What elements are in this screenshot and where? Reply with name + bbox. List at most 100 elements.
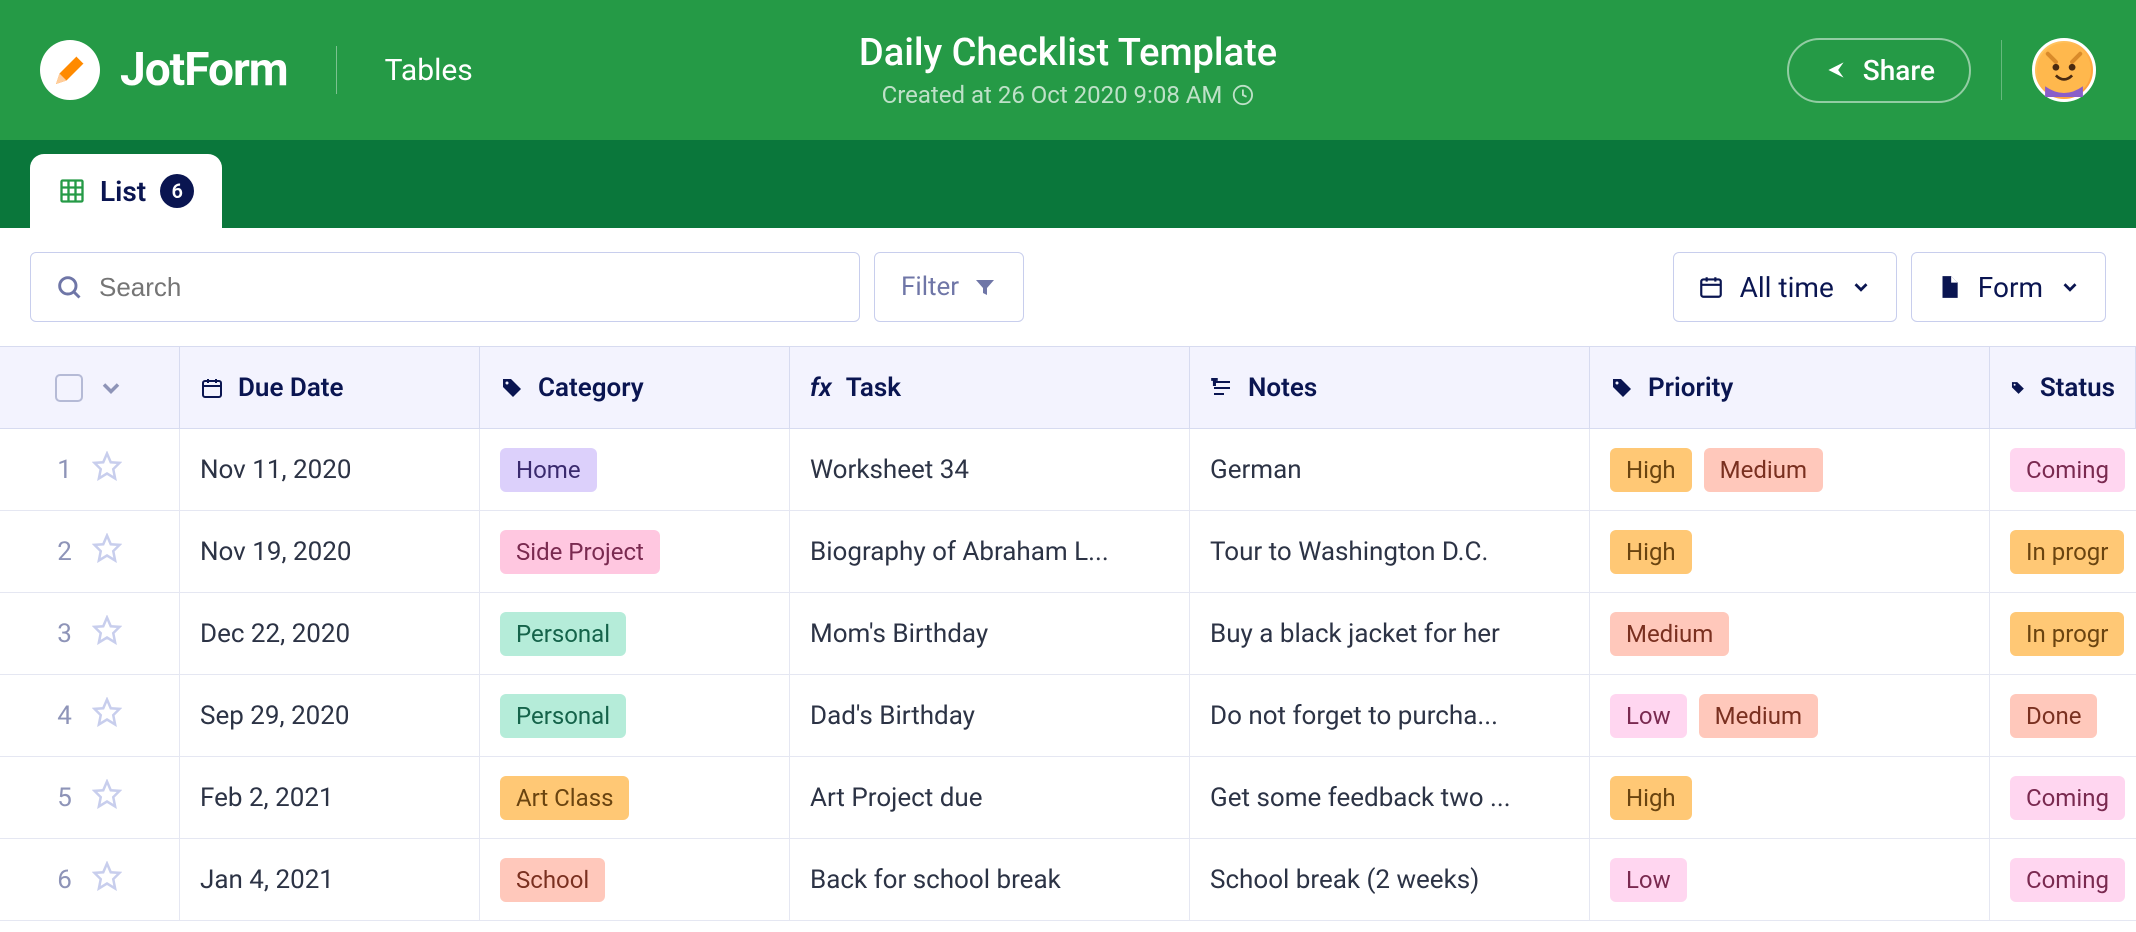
star-icon[interactable] bbox=[92, 533, 122, 570]
star-icon[interactable] bbox=[92, 615, 122, 652]
notes-cell[interactable]: German bbox=[1190, 429, 1590, 510]
due-date-cell[interactable]: Feb 2, 2021 bbox=[180, 757, 480, 838]
notes-cell[interactable]: Do not forget to purcha... bbox=[1190, 675, 1590, 756]
header-due-date[interactable]: Due Date bbox=[180, 347, 480, 428]
grid-icon bbox=[58, 177, 86, 205]
status-chip[interactable]: Done bbox=[2010, 694, 2097, 738]
priority-chip[interactable]: Low bbox=[1610, 858, 1687, 902]
priority-chip[interactable]: Medium bbox=[1699, 694, 1818, 738]
header-notes[interactable]: T Notes bbox=[1190, 347, 1590, 428]
row-index-cell: 1 bbox=[0, 429, 180, 510]
header-task[interactable]: fx Task bbox=[790, 347, 1190, 428]
chevron-down-icon bbox=[2059, 276, 2081, 298]
status-chip[interactable]: Coming bbox=[2010, 858, 2125, 902]
category-cell[interactable]: School bbox=[480, 839, 790, 920]
status-cell[interactable]: Coming bbox=[1990, 839, 2136, 920]
category-cell[interactable]: Art Class bbox=[480, 757, 790, 838]
category-cell[interactable]: Personal bbox=[480, 675, 790, 756]
priority-chip[interactable]: Low bbox=[1610, 694, 1687, 738]
notes-cell[interactable]: School break (2 weeks) bbox=[1190, 839, 1590, 920]
category-chip[interactable]: Home bbox=[500, 448, 597, 492]
category-chip[interactable]: Personal bbox=[500, 694, 626, 738]
share-button[interactable]: Share bbox=[1787, 38, 1971, 103]
notes-cell[interactable]: Get some feedback two ... bbox=[1190, 757, 1590, 838]
search-input[interactable] bbox=[99, 272, 835, 303]
category-chip[interactable]: Personal bbox=[500, 612, 626, 656]
priority-chip[interactable]: High bbox=[1610, 776, 1692, 820]
task-cell[interactable]: Mom's Birthday bbox=[790, 593, 1190, 674]
table-row[interactable]: 3Dec 22, 2020PersonalMom's BirthdayBuy a… bbox=[0, 593, 2136, 675]
history-icon[interactable] bbox=[1232, 84, 1254, 106]
star-icon[interactable] bbox=[92, 451, 122, 488]
form-button[interactable]: Form bbox=[1911, 252, 2106, 322]
status-cell[interactable]: Coming bbox=[1990, 757, 2136, 838]
task-cell[interactable]: Dad's Birthday bbox=[790, 675, 1190, 756]
status-cell[interactable]: Coming bbox=[1990, 429, 2136, 510]
priority-chip[interactable]: High bbox=[1610, 448, 1692, 492]
category-chip[interactable]: School bbox=[500, 858, 605, 902]
app-header: JotForm Tables Daily Checklist Template … bbox=[0, 0, 2136, 140]
page-title: Daily Checklist Template bbox=[859, 31, 1277, 75]
due-date-cell[interactable]: Nov 19, 2020 bbox=[180, 511, 480, 592]
avatar[interactable] bbox=[2032, 38, 2096, 102]
star-icon[interactable] bbox=[92, 697, 122, 734]
status-cell[interactable]: In progr bbox=[1990, 593, 2136, 674]
table-row[interactable]: 5Feb 2, 2021Art ClassArt Project dueGet … bbox=[0, 757, 2136, 839]
task-cell[interactable]: Biography of Abraham L... bbox=[790, 511, 1190, 592]
brand-sublabel[interactable]: Tables bbox=[385, 53, 473, 88]
priority-chip[interactable]: Medium bbox=[1610, 612, 1729, 656]
logo-icon[interactable] bbox=[40, 40, 100, 100]
priority-cell[interactable]: High bbox=[1590, 757, 1990, 838]
filter-button[interactable]: Filter bbox=[874, 252, 1024, 322]
priority-cell[interactable]: High bbox=[1590, 511, 1990, 592]
priority-cell[interactable]: High Medium bbox=[1590, 429, 1990, 510]
priority-cell[interactable]: Low Medium bbox=[1590, 675, 1990, 756]
table-row[interactable]: 2Nov 19, 2020Side ProjectBiography of Ab… bbox=[0, 511, 2136, 593]
select-all-checkbox[interactable] bbox=[55, 374, 83, 402]
notes-cell[interactable]: Tour to Washington D.C. bbox=[1190, 511, 1590, 592]
status-chip[interactable]: In progr bbox=[2010, 612, 2124, 656]
tag-icon bbox=[500, 376, 524, 400]
brand-name: JotForm bbox=[120, 43, 288, 97]
priority-cell[interactable]: Medium bbox=[1590, 593, 1990, 674]
header-status[interactable]: Status bbox=[1990, 347, 2136, 428]
category-cell[interactable]: Personal bbox=[480, 593, 790, 674]
tab-list[interactable]: List 6 bbox=[30, 154, 222, 228]
star-icon[interactable] bbox=[92, 861, 122, 898]
header-category[interactable]: Category bbox=[480, 347, 790, 428]
table-row[interactable]: 6Jan 4, 2021SchoolBack for school breakS… bbox=[0, 839, 2136, 921]
col-label: Notes bbox=[1248, 373, 1317, 403]
category-cell[interactable]: Side Project bbox=[480, 511, 790, 592]
priority-cell[interactable]: Low bbox=[1590, 839, 1990, 920]
due-date-cell[interactable]: Dec 22, 2020 bbox=[180, 593, 480, 674]
search-box[interactable] bbox=[30, 252, 860, 322]
time-filter-label: All time bbox=[1740, 271, 1834, 304]
time-filter-button[interactable]: All time bbox=[1673, 252, 1897, 322]
notes-cell[interactable]: Buy a black jacket for her bbox=[1190, 593, 1590, 674]
star-icon[interactable] bbox=[92, 779, 122, 816]
status-chip[interactable]: Coming bbox=[2010, 776, 2125, 820]
filter-icon bbox=[973, 275, 997, 299]
status-chip[interactable]: Coming bbox=[2010, 448, 2125, 492]
table-row[interactable]: 4Sep 29, 2020PersonalDad's BirthdayDo no… bbox=[0, 675, 2136, 757]
category-chip[interactable]: Side Project bbox=[500, 530, 660, 574]
table-row[interactable]: 1Nov 11, 2020 Home Worksheet 34German High M… bbox=[0, 429, 2136, 511]
task-cell[interactable]: Back for school break bbox=[790, 839, 1190, 920]
priority-chip[interactable]: High bbox=[1610, 530, 1692, 574]
status-chip[interactable]: In progr bbox=[2010, 530, 2124, 574]
task-cell[interactable]: Worksheet 34 bbox=[790, 429, 1190, 510]
due-date-cell[interactable]: Nov 11, 2020 bbox=[180, 429, 480, 510]
col-label: Status bbox=[2040, 373, 2115, 403]
tab-count-badge: 6 bbox=[160, 174, 194, 208]
category-chip[interactable]: Art Class bbox=[500, 776, 629, 820]
subtitle-text: Created at 26 Oct 2020 9:08 AM bbox=[882, 81, 1223, 109]
task-cell[interactable]: Art Project due bbox=[790, 757, 1190, 838]
chevron-down-icon[interactable] bbox=[97, 374, 125, 402]
due-date-cell[interactable]: Jan 4, 2021 bbox=[180, 839, 480, 920]
header-priority[interactable]: Priority bbox=[1590, 347, 1990, 428]
status-cell[interactable]: In progr bbox=[1990, 511, 2136, 592]
category-cell[interactable]: Home bbox=[480, 429, 790, 510]
due-date-cell[interactable]: Sep 29, 2020 bbox=[180, 675, 480, 756]
status-cell[interactable]: Done bbox=[1990, 675, 2136, 756]
priority-chip[interactable]: Medium bbox=[1704, 448, 1823, 492]
